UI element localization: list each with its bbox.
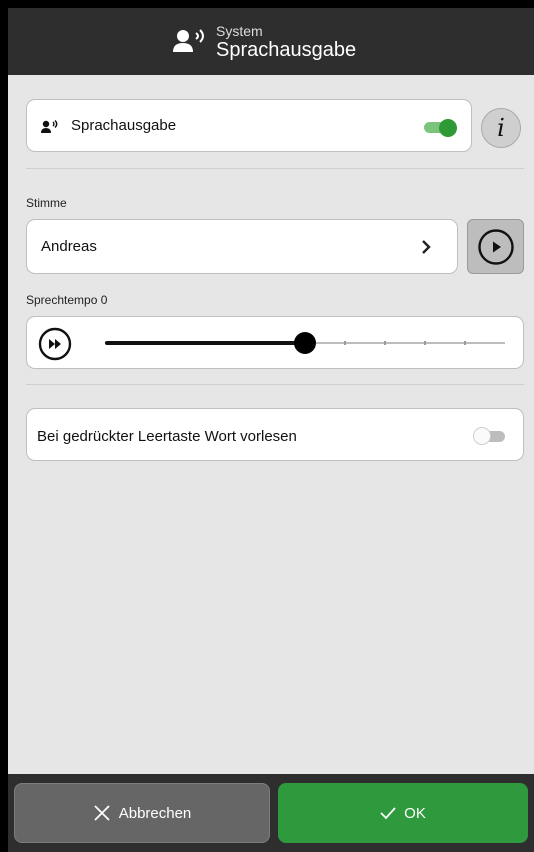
- header-bar: System Sprachausgabe: [8, 8, 534, 75]
- slider-tick: [464, 341, 466, 345]
- divider: [26, 384, 524, 385]
- voice-selector[interactable]: Andreas: [26, 219, 458, 274]
- speech-rate-slider[interactable]: [105, 332, 505, 354]
- voice-section-label: Stimme: [26, 196, 67, 210]
- page-title: Sprachausgabe: [216, 39, 357, 61]
- slider-tick: [424, 341, 426, 345]
- speaking-person-icon: [41, 120, 58, 133]
- space-read-toggle[interactable]: [473, 427, 509, 445]
- info-button[interactable]: i: [481, 108, 521, 148]
- speech-output-toggle[interactable]: [424, 119, 458, 137]
- close-icon: [94, 805, 110, 821]
- speaking-person-icon: [173, 29, 204, 52]
- voice-name: Andreas: [41, 238, 97, 255]
- space-read-label: Bei gedrückter Leertaste Wort vorlesen: [37, 428, 297, 445]
- settings-window: System Sprachausgabe Sprachausgabe i Sti…: [8, 8, 534, 852]
- toggle-knob: [473, 427, 491, 445]
- toggle-knob: [439, 119, 457, 137]
- voice-preview-button[interactable]: [467, 219, 524, 274]
- slider-tick: [344, 341, 346, 345]
- ok-button[interactable]: OK: [278, 783, 528, 843]
- ok-label: OK: [404, 804, 426, 822]
- header-subtitle: System: [216, 23, 263, 39]
- checkmark-icon: [380, 807, 396, 820]
- speech-output-label: Sprachausgabe: [71, 117, 177, 134]
- play-icon: [478, 229, 514, 265]
- fast-forward-icon[interactable]: [38, 327, 72, 361]
- slider-thumb[interactable]: [294, 332, 316, 354]
- slider-tick: [384, 341, 386, 345]
- cancel-button[interactable]: Abbrechen: [14, 783, 270, 843]
- slider-fill: [105, 341, 305, 345]
- speech-output-row[interactable]: Sprachausgabe: [26, 99, 472, 152]
- cancel-label: Abbrechen: [118, 804, 192, 822]
- speech-rate-row: [26, 316, 524, 369]
- chevron-right-icon: [422, 240, 431, 254]
- space-read-row[interactable]: Bei gedrückter Leertaste Wort vorlesen: [26, 408, 524, 461]
- speech-rate-label: Sprechtempo 0: [26, 293, 108, 307]
- divider: [26, 168, 524, 169]
- footer-bar: Abbrechen OK: [8, 774, 534, 852]
